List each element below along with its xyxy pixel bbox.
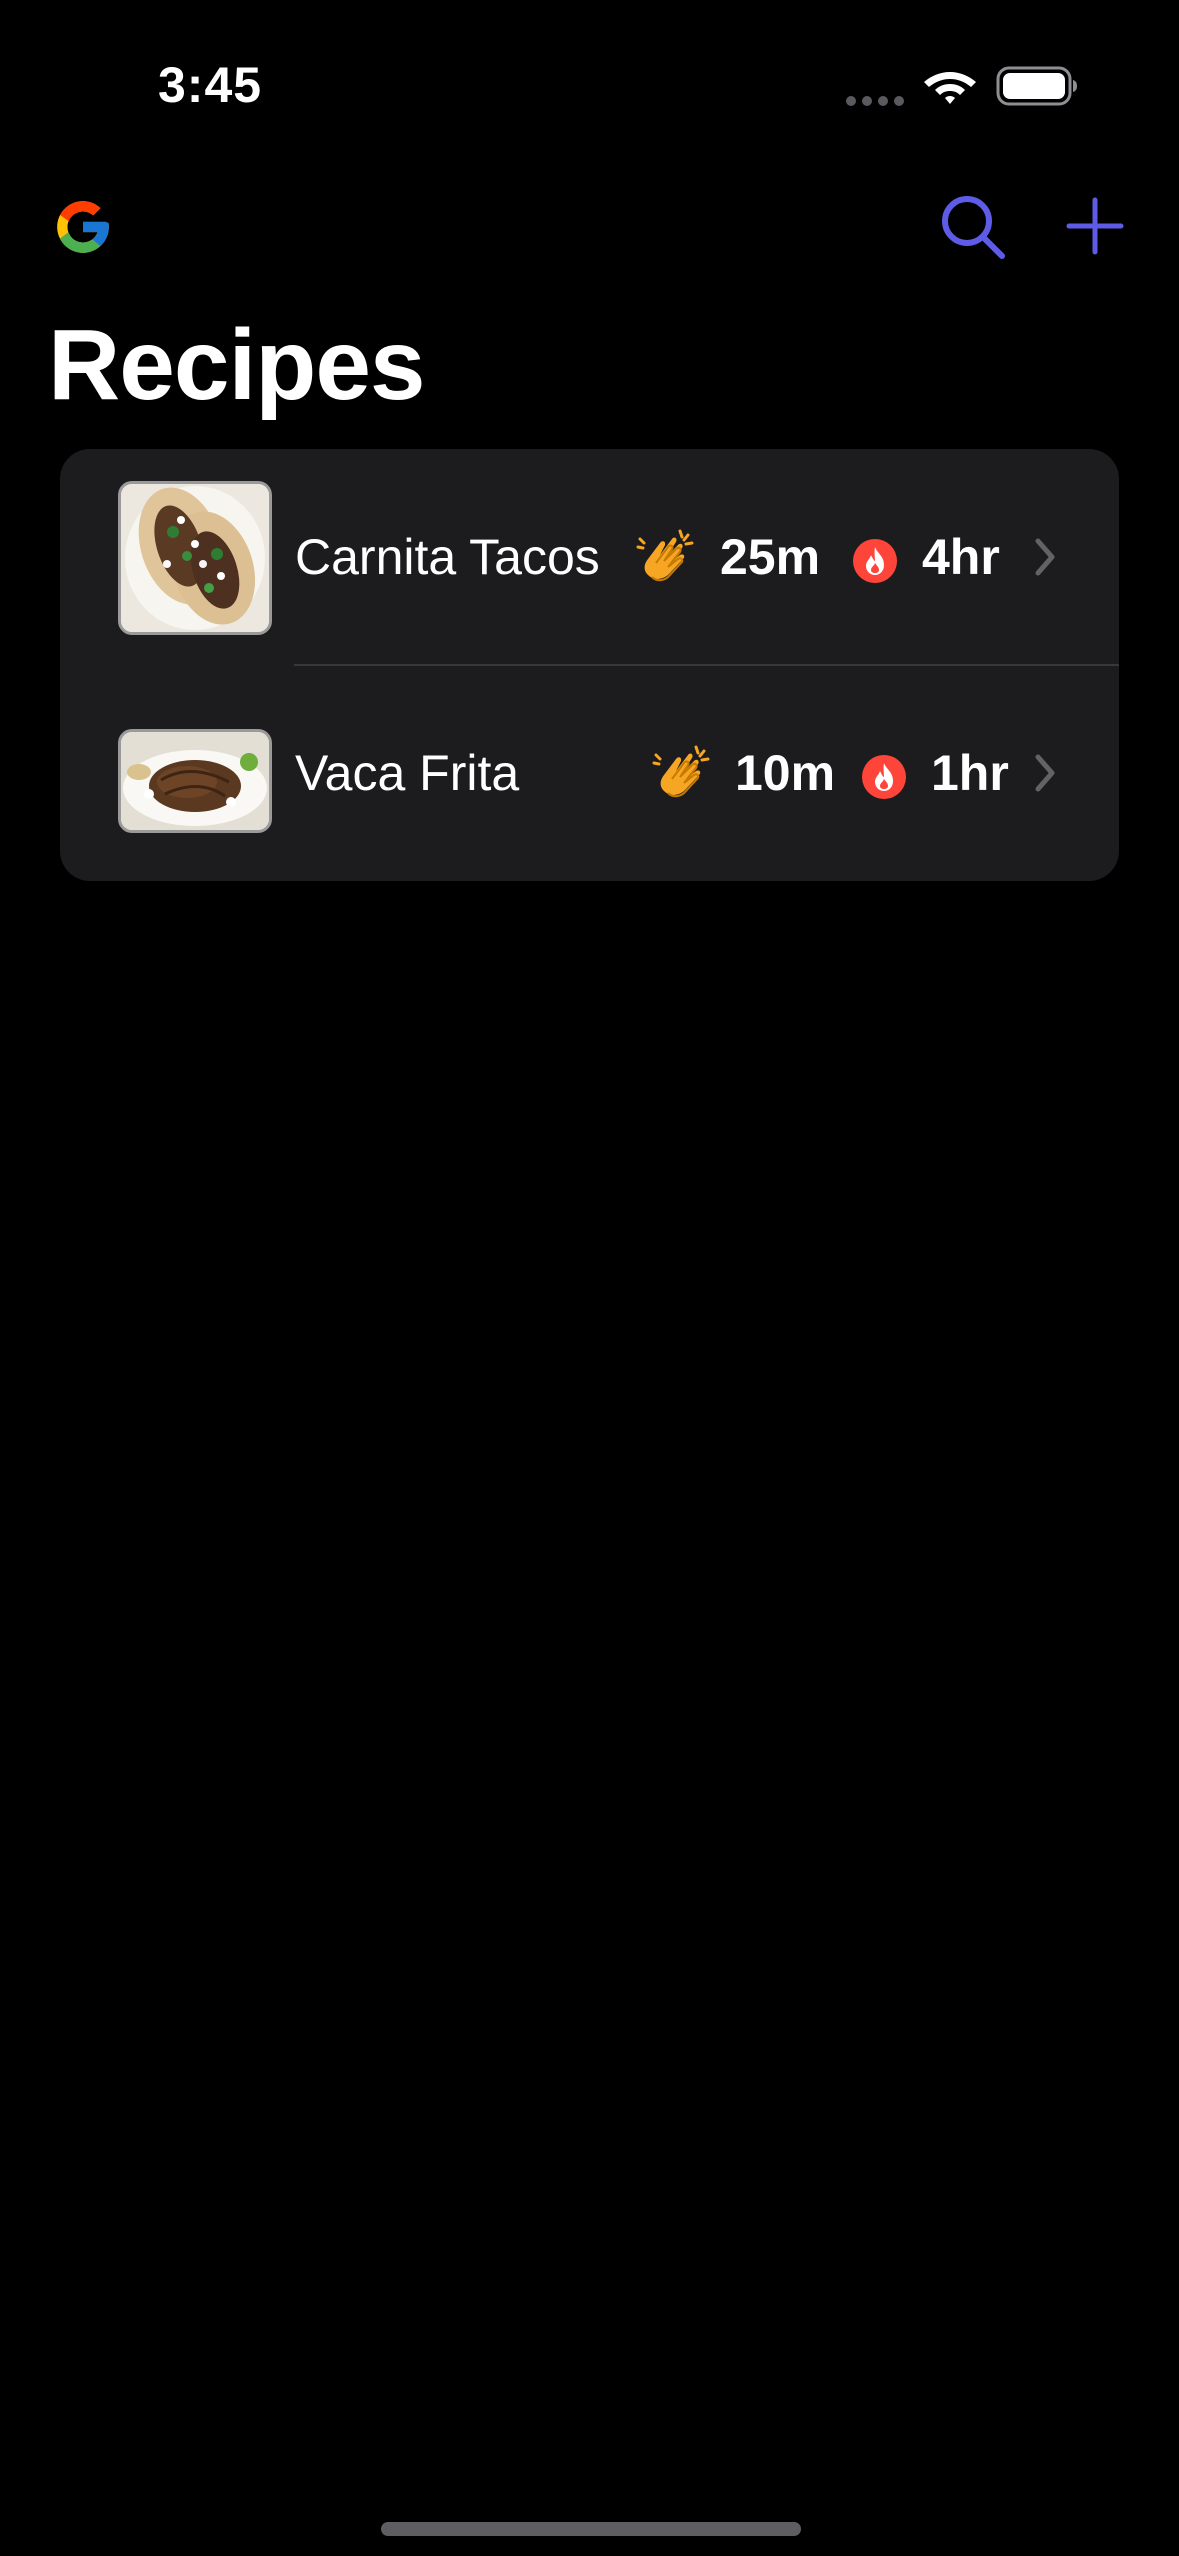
cook-time: 1hr xyxy=(931,745,1009,801)
clapping-hands-icon xyxy=(650,741,714,810)
cook-time: 4hr xyxy=(922,529,1000,585)
recipe-row-carnita-tacos[interactable]: Carnita Tacos 25m 4hr xyxy=(60,449,1119,665)
google-logo-icon[interactable] xyxy=(52,196,114,258)
fire-icon xyxy=(860,753,908,806)
chevron-right-icon xyxy=(1035,754,1055,792)
wifi-icon xyxy=(924,72,976,104)
prep-time: 10m xyxy=(735,745,836,801)
add-icon[interactable] xyxy=(1066,197,1124,255)
search-icon[interactable] xyxy=(938,192,1008,262)
battery-icon xyxy=(996,66,1077,106)
recipe-name: Carnita Tacos xyxy=(295,529,600,585)
recipe-name: Vaca Frita xyxy=(295,745,520,801)
home-indicator[interactable] xyxy=(381,2522,801,2536)
status-bar: 3:45 xyxy=(0,0,1179,160)
vaca-frita-thumbnail xyxy=(118,729,272,833)
page-title: Recipes xyxy=(48,309,426,421)
cellular-signal-icon xyxy=(846,96,904,106)
fire-icon xyxy=(851,537,899,590)
prep-time: 25m xyxy=(720,529,821,585)
tacos-thumbnail xyxy=(118,481,272,635)
status-time: 3:45 xyxy=(158,57,263,113)
chevron-right-icon xyxy=(1035,538,1055,576)
clapping-hands-icon xyxy=(634,525,698,594)
recipe-row-vaca-frita[interactable]: Vaca Frita 10m 1hr xyxy=(60,665,1119,881)
recipe-list: Carnita Tacos 25m 4hr Vaca Frita 10m 1hr xyxy=(60,449,1119,881)
